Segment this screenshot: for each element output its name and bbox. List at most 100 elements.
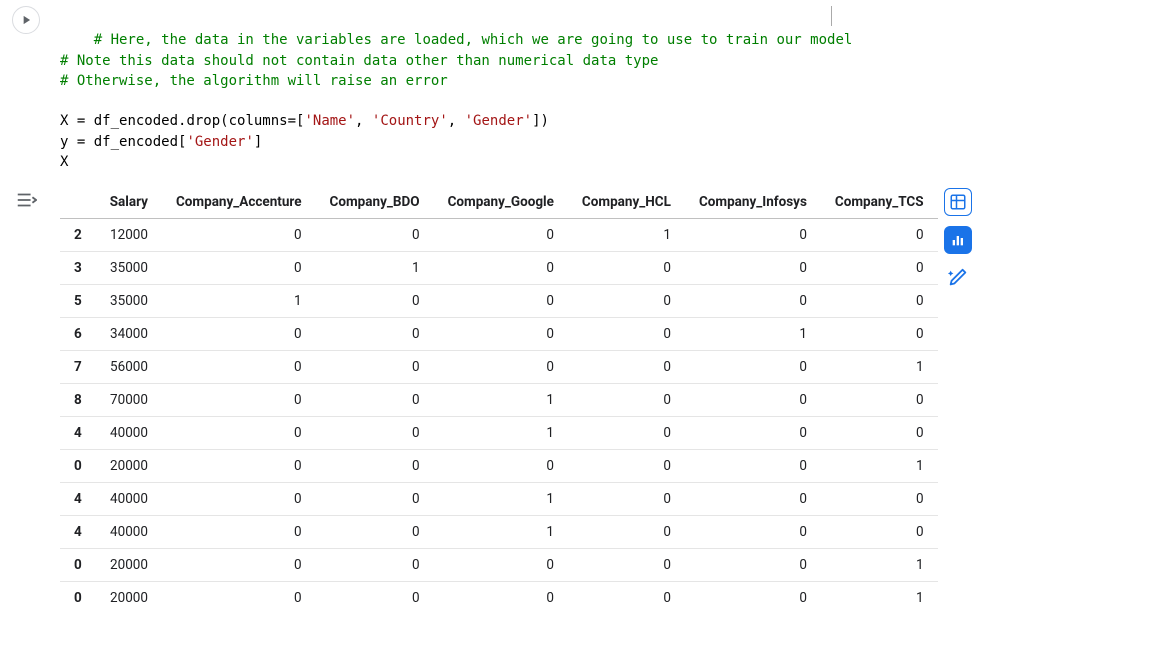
- cell-value: 35000: [96, 285, 162, 318]
- row-index: 6: [60, 318, 96, 351]
- table-row: 440000001000: [60, 483, 938, 516]
- chart-icon: [950, 232, 966, 248]
- code-editor[interactable]: # Here, the data in the variables are lo…: [48, 4, 1153, 182]
- cell-value: 0: [685, 285, 821, 318]
- output-area: SalaryCompany_AccentureCompany_BDOCompan…: [0, 182, 1157, 618]
- table-row: 020000000001: [60, 450, 938, 483]
- cell-value: 0: [821, 483, 938, 516]
- cell-value: 0: [568, 450, 685, 483]
- cell-value: 1: [821, 450, 938, 483]
- cell-value: 0: [568, 549, 685, 582]
- cell-value: 1: [568, 219, 685, 252]
- row-index: 8: [60, 384, 96, 417]
- run-button[interactable]: [12, 6, 40, 34]
- table-row: 335000010000: [60, 252, 938, 285]
- cell-value: 0: [685, 417, 821, 450]
- play-icon: [19, 13, 33, 27]
- cell-value: 0: [821, 318, 938, 351]
- cell-value: 34000: [96, 318, 162, 351]
- cell-value: 0: [434, 450, 568, 483]
- table-row: 870000001000: [60, 384, 938, 417]
- table-header-row: SalaryCompany_AccentureCompany_BDOCompan…: [60, 186, 938, 219]
- cell-value: 70000: [96, 384, 162, 417]
- cell-value: 0: [685, 351, 821, 384]
- row-index: 3: [60, 252, 96, 285]
- cell-value: 0: [162, 483, 316, 516]
- cell-value: 0: [162, 549, 316, 582]
- row-index: 4: [60, 516, 96, 549]
- cell-value: 0: [162, 351, 316, 384]
- column-header: Company_Accenture: [162, 186, 316, 219]
- cell-value: 0: [685, 483, 821, 516]
- table-row: 440000001000: [60, 417, 938, 450]
- cell-value: 0: [434, 582, 568, 615]
- cell-value: 0: [162, 219, 316, 252]
- code-cell: # Here, the data in the variables are lo…: [0, 0, 1157, 182]
- cell-value: 0: [568, 516, 685, 549]
- cell-value: 0: [162, 582, 316, 615]
- cell-value: 0: [568, 582, 685, 615]
- cell-value: 20000: [96, 450, 162, 483]
- suggest-edit-button[interactable]: [944, 264, 972, 292]
- cell-value: 0: [821, 219, 938, 252]
- dataframe-tools: [938, 186, 978, 614]
- cell-value: 0: [316, 219, 434, 252]
- code-comment: # Otherwise, the algorithm will raise an…: [60, 73, 448, 89]
- cell-value: 0: [434, 219, 568, 252]
- code-string: 'Gender': [186, 134, 253, 150]
- code-text: df_encoded[: [85, 134, 186, 150]
- cell-value: 1: [434, 516, 568, 549]
- cell-value: 0: [162, 384, 316, 417]
- row-index: 7: [60, 351, 96, 384]
- cell-value: 0: [316, 549, 434, 582]
- cell-value: 0: [568, 351, 685, 384]
- code-text: X: [60, 113, 77, 129]
- code-comment: # Here, the data in the variables are lo…: [94, 32, 853, 48]
- cell-value: 0: [162, 252, 316, 285]
- cell-value: 0: [316, 582, 434, 615]
- code-text: ,: [355, 113, 372, 129]
- code-string: 'Gender': [465, 113, 532, 129]
- column-header: Company_Google: [434, 186, 568, 219]
- cell-value: 1: [685, 318, 821, 351]
- cell-value: 0: [821, 417, 938, 450]
- cell-value: 40000: [96, 417, 162, 450]
- toggle-output-button[interactable]: [14, 188, 38, 212]
- cell-value: 1: [162, 285, 316, 318]
- cell-value: 1: [434, 384, 568, 417]
- cell-value: 0: [316, 417, 434, 450]
- cell-value: 0: [568, 285, 685, 318]
- cell-value: 1: [434, 417, 568, 450]
- cell-value: 0: [162, 450, 316, 483]
- cell-value: 40000: [96, 516, 162, 549]
- cell-value: 1: [821, 351, 938, 384]
- cell-value: 0: [316, 318, 434, 351]
- cell-gutter: [4, 4, 48, 182]
- cell-value: 0: [316, 516, 434, 549]
- cell-value: 1: [434, 483, 568, 516]
- interactive-table-button[interactable]: [944, 188, 972, 216]
- cell-value: 0: [162, 516, 316, 549]
- chart-button[interactable]: [944, 226, 972, 254]
- code-text: ,: [448, 113, 465, 129]
- row-index: 0: [60, 549, 96, 582]
- table-row: 020000000001: [60, 582, 938, 615]
- row-index: 0: [60, 582, 96, 615]
- cell-value: 0: [821, 516, 938, 549]
- table-row: 440000001000: [60, 516, 938, 549]
- code-string: 'Country': [372, 113, 448, 129]
- cell-value: 0: [568, 252, 685, 285]
- code-text: ]): [532, 113, 549, 129]
- cell-value: 0: [685, 450, 821, 483]
- row-index: 4: [60, 417, 96, 450]
- table-icon: [949, 193, 967, 211]
- output-gutter: [4, 182, 48, 618]
- cell-value: 0: [821, 252, 938, 285]
- column-header: Company_TCS: [821, 186, 938, 219]
- column-header: [60, 186, 96, 219]
- cell-value: 12000: [96, 219, 162, 252]
- cell-value: 0: [316, 351, 434, 384]
- cell-value: 0: [434, 285, 568, 318]
- cell-value: 0: [685, 516, 821, 549]
- text-cursor: [831, 6, 832, 26]
